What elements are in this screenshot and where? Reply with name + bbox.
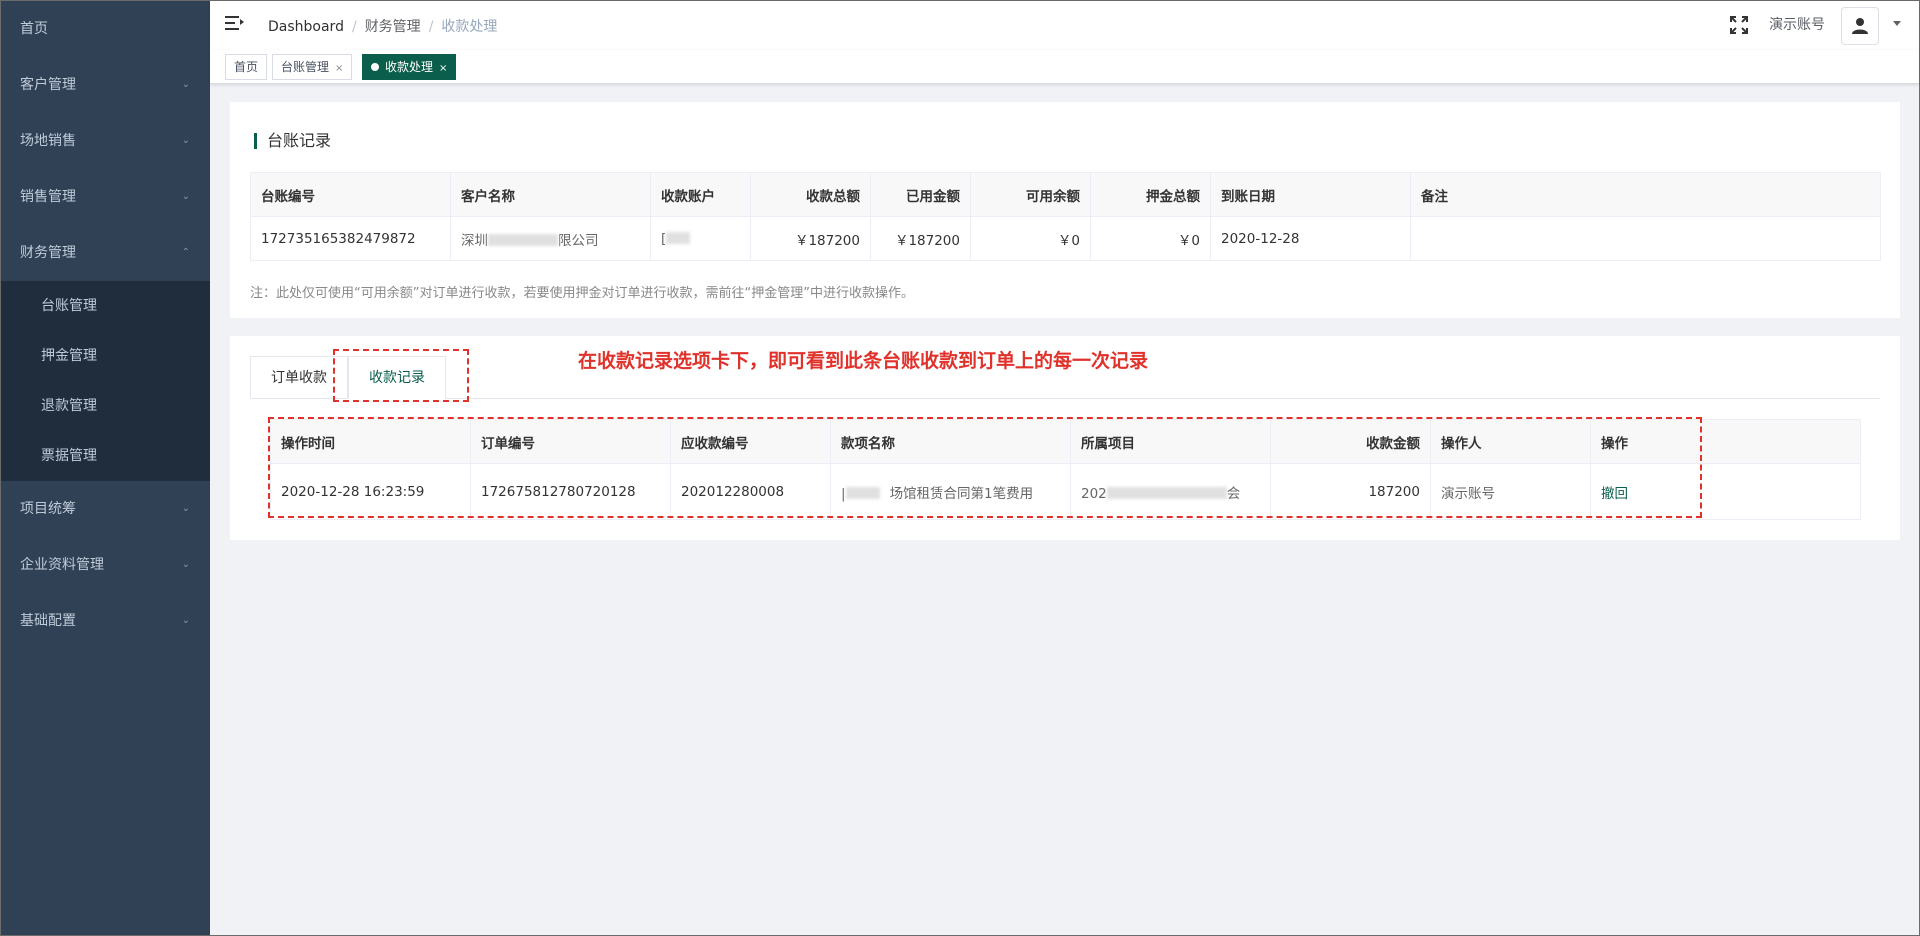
total-amount: ￥187200 xyxy=(750,216,871,261)
redacted-text xyxy=(488,233,558,246)
ledger-id: 172735165382479872 xyxy=(250,216,451,261)
sidebar-item-label: 销售管理 xyxy=(20,189,76,205)
tag-ledger[interactable]: 台账管理 × xyxy=(272,54,353,80)
column-header: 到账日期 xyxy=(1210,172,1411,217)
sidebar-item-invoice[interactable]: 票据管理 xyxy=(1,431,210,481)
used-amount: ￥187200 xyxy=(870,216,971,261)
sidebar-item-projects[interactable]: 项目统筹 ⌄ xyxy=(1,481,210,537)
username: 演示账号 xyxy=(1769,17,1825,33)
ledger-table: 台账编号 客户名称 收款账户 收款总额 已用金额 可用余额 押金总额 到账日期 … xyxy=(250,172,1881,261)
remark xyxy=(1410,216,1881,261)
column-header: 押金总额 xyxy=(1090,172,1211,217)
breadcrumb-separator: / xyxy=(428,19,434,35)
tags-view: 首页 台账管理 × 收款处理 × xyxy=(210,50,1919,84)
sidebar-item-customers[interactable]: 客户管理 ⌄ xyxy=(1,57,210,113)
caret-down-icon[interactable] xyxy=(1893,21,1901,26)
navbar: Dashboard / 财务管理 / 收款处理 演示账号 xyxy=(210,1,1919,50)
account: [ xyxy=(650,216,751,261)
breadcrumb-dashboard[interactable]: Dashboard xyxy=(268,19,344,35)
tag-receipt[interactable]: 收款处理 × xyxy=(362,54,457,80)
finance-submenu: 台账管理 押金管理 退款管理 票据管理 xyxy=(1,281,210,481)
sidebar-item-label: 基础配置 xyxy=(20,613,76,629)
column-header: 收款总额 xyxy=(750,172,871,217)
available-amount: ￥0 xyxy=(970,216,1091,261)
redacted-text xyxy=(666,231,691,244)
sidebar: 首页 客户管理 ⌄ 场地销售 ⌄ 销售管理 ⌄ 财务管理 ⌃ 台账管理 押金管理 退款管… xyxy=(1,1,210,935)
sidebar-item-label: 首页 xyxy=(20,21,48,37)
avatar[interactable] xyxy=(1841,7,1879,45)
tag-label: 台账管理 xyxy=(281,60,330,74)
chevron-down-icon: ⌄ xyxy=(181,559,190,570)
sidebar-item-company[interactable]: 企业资料管理 ⌄ xyxy=(1,537,210,593)
annotation-text: 在收款记录选项卡下，即可看到此条台账收款到订单上的每一次记录 xyxy=(578,350,1149,372)
chevron-up-icon: ⌃ xyxy=(181,247,190,258)
breadcrumb-finance[interactable]: 财务管理 xyxy=(365,19,421,35)
chevron-down-icon: ⌄ xyxy=(181,503,190,514)
column-header: 收款账户 xyxy=(650,172,751,217)
tag-label: 收款处理 xyxy=(385,60,434,74)
tag-home[interactable]: 首页 xyxy=(225,54,268,80)
annotation-box-tab xyxy=(333,349,469,402)
sidebar-item-label: 项目统筹 xyxy=(20,501,76,517)
annotation-box-table xyxy=(268,417,1702,518)
sidebar-item-label: 客户管理 xyxy=(20,77,76,93)
tag-label: 首页 xyxy=(234,60,259,74)
column-header: 客户名称 xyxy=(450,172,651,217)
table-header-row: 台账编号 客户名称 收款账户 收款总额 已用金额 可用余额 押金总额 到账日期 … xyxy=(250,172,1881,217)
table-row: 172735165382479872 深圳 限公司 [ ￥187200 ￥1872… xyxy=(250,216,1881,261)
breadcrumb: Dashboard / 财务管理 / 收款处理 xyxy=(268,16,497,36)
deposit-amount: ￥0 xyxy=(1090,216,1211,261)
close-icon[interactable]: × xyxy=(439,63,447,74)
close-icon[interactable]: × xyxy=(335,63,343,74)
user-icon xyxy=(1852,18,1868,34)
sidebar-item-label: 场地销售 xyxy=(20,133,76,149)
sidebar-item-label: 财务管理 xyxy=(20,245,76,261)
breadcrumb-current: 收款处理 xyxy=(441,19,498,35)
sidebar-item-deposit[interactable]: 押金管理 xyxy=(1,331,210,381)
breadcrumb-separator: / xyxy=(351,19,357,35)
chevron-down-icon: ⌄ xyxy=(181,79,190,90)
sidebar-item-home[interactable]: 首页 xyxy=(1,1,210,57)
column-header: 已用金额 xyxy=(870,172,971,217)
sidebar-item-ledger[interactable]: 台账管理 xyxy=(1,281,210,331)
chevron-down-icon: ⌄ xyxy=(181,615,190,626)
chevron-down-icon: ⌄ xyxy=(181,135,190,146)
section-title: 台账记录 xyxy=(254,133,331,149)
sidebar-item-refund[interactable]: 退款管理 xyxy=(1,381,210,431)
ledger-note: 注：此处仅可使用“可用余额”对订单进行收款，若要使用押金对订单进行收款，需前往“… xyxy=(250,286,914,301)
fullscreen-icon[interactable] xyxy=(1729,15,1749,35)
sidebar-item-label: 企业资料管理 xyxy=(20,557,104,573)
column-header: 可用余额 xyxy=(970,172,1091,217)
sidebar-item-venue-sales[interactable]: 场地销售 ⌄ xyxy=(1,113,210,169)
sidebar-item-config[interactable]: 基础配置 ⌄ xyxy=(1,593,210,649)
column-header: 台账编号 xyxy=(250,172,451,217)
chevron-down-icon: ⌄ xyxy=(181,191,190,202)
arrival-date: 2020-12-28 xyxy=(1210,216,1411,261)
active-dot-icon xyxy=(371,63,379,71)
sidebar-item-sales[interactable]: 销售管理 ⌄ xyxy=(1,169,210,225)
ledger-card: 台账记录 台账编号 客户名称 收款账户 收款总额 已用金额 可用余额 押金总额 … xyxy=(230,102,1900,318)
sidebar-item-finance[interactable]: 财务管理 ⌃ xyxy=(1,225,210,281)
column-header: 备注 xyxy=(1410,172,1881,217)
customer-name: 深圳 限公司 xyxy=(450,216,651,261)
hamburger-icon[interactable] xyxy=(225,15,244,31)
